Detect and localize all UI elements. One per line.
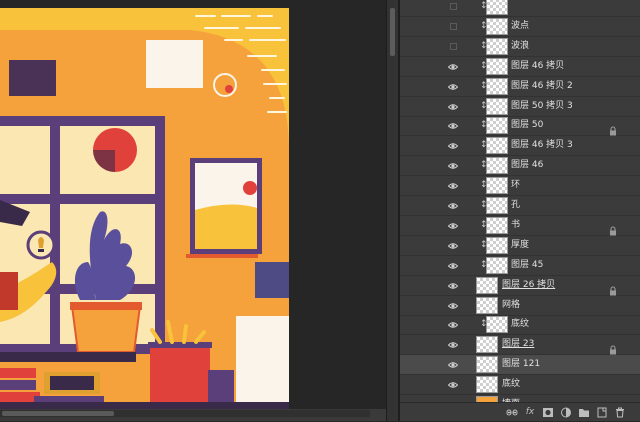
layer-row[interactable]: ↕ 环 xyxy=(400,176,640,197)
link-icon[interactable] xyxy=(506,407,518,418)
layer-name[interactable]: 波点 xyxy=(511,20,529,33)
layer-row[interactable]: ↕ 图层 50 拷贝 3 xyxy=(400,97,640,117)
layer-thumbnail[interactable] xyxy=(486,236,508,254)
visibility-eye-icon[interactable] xyxy=(448,141,458,151)
visibility-eye-icon[interactable] xyxy=(448,181,458,191)
trash-icon[interactable] xyxy=(614,407,626,418)
horizontal-scrollbar[interactable] xyxy=(0,410,370,417)
layer-thumbnail[interactable] xyxy=(486,17,508,35)
layer-name[interactable]: 厚度 xyxy=(511,239,529,252)
layer-row[interactable]: ↕ 图层 46 拷贝 xyxy=(400,57,640,77)
layer-name[interactable]: 图层 50 拷贝 3 xyxy=(511,100,573,113)
layer-row[interactable]: ↕ 波点 xyxy=(400,17,640,37)
visibility-toggle-empty[interactable] xyxy=(450,22,457,30)
layer-thumbnail[interactable] xyxy=(486,0,508,15)
layer-name[interactable]: 底纹 xyxy=(511,318,529,331)
layer-name[interactable]: 环 xyxy=(511,179,520,192)
layer-row[interactable]: ↕ 底纹 xyxy=(400,315,640,336)
layer-row[interactable]: ↕ 图层 46 拷贝 3 xyxy=(400,136,640,157)
lock-icon xyxy=(609,340,617,355)
layer-name[interactable]: 图层 46 xyxy=(511,159,543,172)
layer-name[interactable]: 图层 46 拷贝 3 xyxy=(511,139,573,152)
layer-thumbnail[interactable] xyxy=(486,57,508,75)
lock-icon xyxy=(609,281,617,296)
visibility-toggle-empty[interactable] xyxy=(450,42,457,50)
visibility-eye-icon[interactable] xyxy=(448,360,458,370)
layer-row[interactable]: 图层 26 拷贝 xyxy=(400,276,640,296)
layer-thumbnail[interactable] xyxy=(486,77,508,95)
visibility-eye-icon[interactable] xyxy=(448,281,458,291)
layers-panel-toolbar: fx xyxy=(400,402,640,421)
layer-row[interactable]: ↕ 书 xyxy=(400,216,640,236)
layer-row[interactable]: ↕ 图层 45 xyxy=(400,256,640,276)
visibility-eye-icon[interactable] xyxy=(448,121,458,131)
layer-name[interactable]: 书 xyxy=(511,219,520,232)
layer-name[interactable]: 图层 121 xyxy=(502,358,540,371)
visibility-eye-icon[interactable] xyxy=(448,340,458,350)
layer-thumbnail[interactable] xyxy=(486,256,508,274)
layer-thumbnail[interactable] xyxy=(486,316,508,334)
adjustment-icon[interactable] xyxy=(560,407,572,418)
layer-thumbnail[interactable] xyxy=(476,376,498,394)
layer-name[interactable]: 图层 50 xyxy=(511,119,543,132)
document-canvas[interactable] xyxy=(0,0,386,421)
layer-thumbnail[interactable] xyxy=(486,197,508,214)
visibility-eye-icon[interactable] xyxy=(448,241,458,251)
layer-row[interactable]: 网格 xyxy=(400,296,640,316)
layer-name[interactable]: 底纹 xyxy=(502,378,520,391)
visibility-eye-icon[interactable] xyxy=(448,221,458,231)
visibility-toggle-empty[interactable] xyxy=(450,3,457,10)
layer-row[interactable]: ↕ 图层 46 xyxy=(400,156,640,177)
new-layer-icon[interactable] xyxy=(596,407,608,418)
visibility-eye-icon[interactable] xyxy=(448,161,458,171)
layer-row[interactable]: 图层 121 xyxy=(400,355,640,376)
folder-icon[interactable] xyxy=(578,407,590,418)
layers-panel: ↕ ↕ 波点 ↕ 波浪 ↕ 图层 46 拷贝 ↕ 图层 46 拷贝 2 ↕ 图层 50 拷贝 3 ↕ 图… xyxy=(400,0,640,421)
visibility-eye-icon[interactable] xyxy=(448,320,458,330)
layer-thumbnail[interactable] xyxy=(486,216,508,234)
layer-thumbnail[interactable] xyxy=(486,157,508,175)
fx-icon[interactable]: fx xyxy=(524,407,536,418)
mask-icon[interactable] xyxy=(542,407,554,418)
layer-name[interactable]: 图层 46 拷贝 xyxy=(511,60,564,73)
layer-row[interactable]: ↕ 孔 xyxy=(400,196,640,216)
layer-thumbnail[interactable] xyxy=(476,356,498,374)
layer-thumbnail[interactable] xyxy=(476,276,498,294)
layer-name[interactable]: 图层 46 拷贝 2 xyxy=(511,80,573,93)
visibility-eye-icon[interactable] xyxy=(448,261,458,271)
layer-name[interactable]: 网格 xyxy=(502,299,520,312)
layer-thumbnail[interactable] xyxy=(486,177,508,195)
lock-icon xyxy=(609,121,617,136)
layer-thumbnail[interactable] xyxy=(486,137,508,155)
layer-thumbnail[interactable] xyxy=(486,117,508,135)
lock-icon xyxy=(609,221,617,236)
layer-row[interactable]: ↕ 波浪 xyxy=(400,37,640,57)
visibility-eye-icon[interactable] xyxy=(448,201,458,211)
horizontal-scrollbar-thumb[interactable] xyxy=(2,411,114,416)
layer-thumbnail[interactable] xyxy=(486,37,508,55)
layer-name[interactable]: 图层 26 拷贝 xyxy=(502,279,555,292)
layer-thumbnail[interactable] xyxy=(476,296,498,314)
vertical-scrollbar-thumb[interactable] xyxy=(390,8,395,56)
visibility-eye-icon[interactable] xyxy=(448,102,458,112)
visibility-eye-icon[interactable] xyxy=(448,82,458,92)
visibility-eye-icon[interactable] xyxy=(448,62,458,72)
layer-row[interactable]: ↕ 图层 50 xyxy=(400,116,640,137)
illustration-artwork xyxy=(0,0,386,410)
layer-row[interactable]: 图层 23 xyxy=(400,335,640,356)
layer-name[interactable]: 图层 23 xyxy=(502,338,534,351)
layer-name[interactable]: 孔 xyxy=(511,199,520,212)
visibility-eye-icon[interactable] xyxy=(448,301,458,311)
layer-row[interactable]: ↕ 厚度 xyxy=(400,236,640,256)
layer-name[interactable]: 图层 45 xyxy=(511,259,543,272)
layer-row[interactable]: ↕ xyxy=(400,0,640,17)
layer-thumbnail[interactable] xyxy=(476,336,498,354)
layer-row[interactable]: ↕ 图层 46 拷贝 2 xyxy=(400,77,640,97)
visibility-eye-icon[interactable] xyxy=(448,380,458,390)
layer-row[interactable]: 底纹 xyxy=(400,375,640,396)
layer-thumbnail[interactable] xyxy=(486,97,508,115)
layer-name[interactable]: 波浪 xyxy=(511,40,529,53)
